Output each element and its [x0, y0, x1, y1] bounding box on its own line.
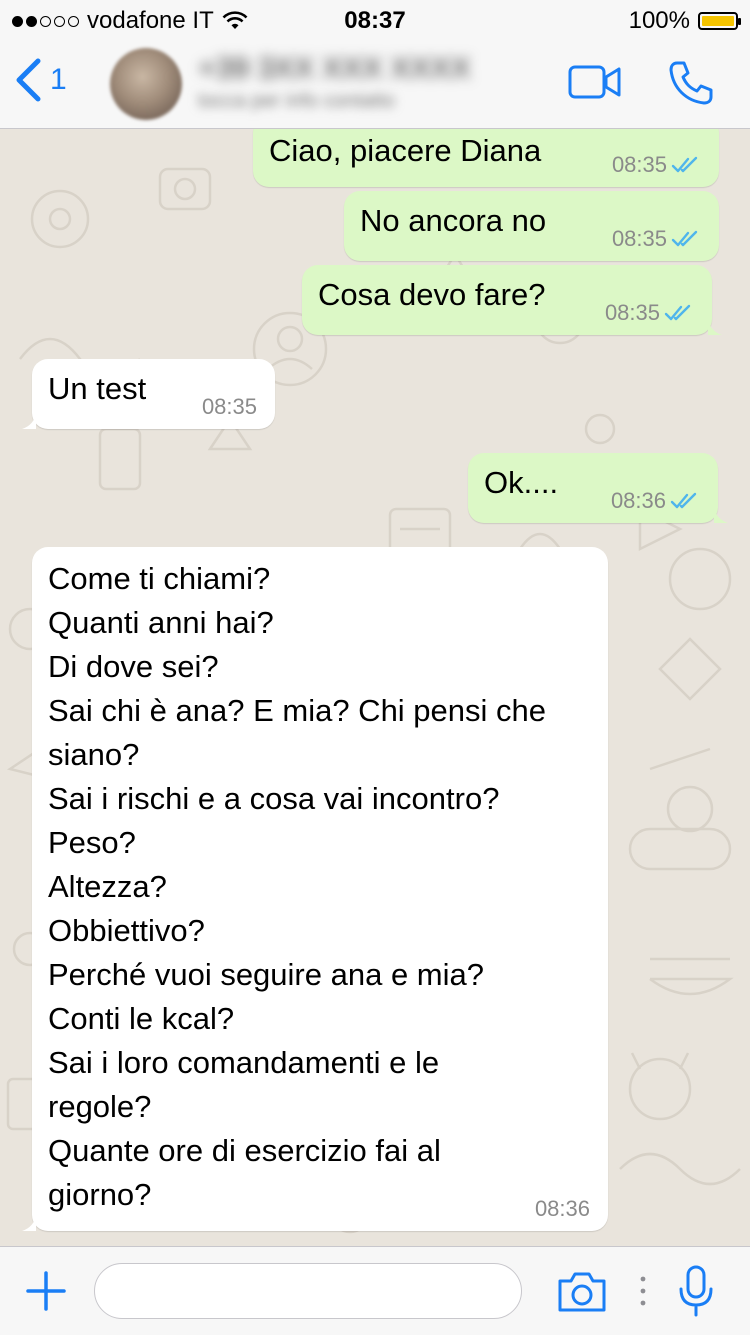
contact-avatar[interactable]: [110, 48, 182, 120]
double-check-icon: [664, 304, 691, 321]
message-meta: 08:35: [612, 227, 701, 251]
message-input[interactable]: [94, 1263, 522, 1319]
battery-icon: [698, 12, 741, 30]
battery-status: 100%: [628, 7, 741, 35]
contact-name[interactable]: +39 3XX XXX XXXX: [198, 52, 498, 85]
contact-subtitle[interactable]: tocca per info contatto: [198, 90, 548, 112]
message-meta: 08:35: [605, 301, 694, 325]
double-check-icon: [671, 156, 698, 173]
message-bubble-outgoing[interactable]: Cosa devo fare? 08:35: [302, 265, 722, 335]
message-time: 08:35: [611, 152, 667, 177]
message-time: 08:36: [534, 1196, 590, 1221]
composer-bar: [0, 1246, 750, 1335]
message-meta: 08:36: [611, 489, 700, 513]
bubble-tail: [714, 507, 728, 523]
phone-icon[interactable]: [668, 60, 714, 106]
message-time: 08:35: [611, 226, 667, 251]
message-meta: 08:35: [202, 395, 257, 419]
message-meta: 08:35: [612, 153, 701, 177]
message-list[interactable]: Ciao, piacere Diana 08:35 No ancora no 0…: [0, 129, 750, 1246]
message-bubble-incoming[interactable]: Un test 08:35: [22, 359, 275, 429]
chat-header: 1 +39 3XX XXX XXXX tocca per info contat…: [0, 40, 750, 129]
chevron-left-icon: [16, 58, 41, 102]
back-button[interactable]: 1: [14, 58, 67, 102]
message-bubble-outgoing[interactable]: No ancora no 08:35: [344, 191, 719, 261]
battery-percent: 100%: [628, 7, 690, 34]
camera-icon[interactable]: [556, 1271, 608, 1313]
message-bubble-incoming[interactable]: Come ti chiami? Quanti anni hai? Di dove…: [22, 547, 608, 1231]
message-time: 08:36: [610, 488, 666, 513]
more-options-icon[interactable]: [638, 1275, 648, 1307]
message-time: 08:35: [201, 394, 257, 419]
message-bubble-outgoing[interactable]: Ciao, piacere Diana 08:35: [253, 129, 719, 187]
message-time: 08:35: [604, 300, 660, 325]
status-bar: vodafone IT 08:37 100%: [0, 0, 750, 40]
unread-count: 1: [50, 63, 67, 96]
bubble-tail: [22, 1215, 36, 1231]
bubble-tail: [708, 319, 722, 335]
double-check-icon: [670, 492, 697, 509]
message-bubble-outgoing[interactable]: Ok.... 08:36: [468, 453, 728, 523]
message-meta: 08:36: [535, 1197, 590, 1221]
video-camera-icon[interactable]: [568, 64, 622, 100]
double-check-icon: [671, 230, 698, 247]
message-text: Come ti chiami? Quanti anni hai? Di dove…: [48, 561, 547, 1212]
plus-icon[interactable]: [26, 1271, 66, 1311]
bubble-tail: [22, 413, 36, 429]
microphone-icon[interactable]: [676, 1265, 716, 1317]
